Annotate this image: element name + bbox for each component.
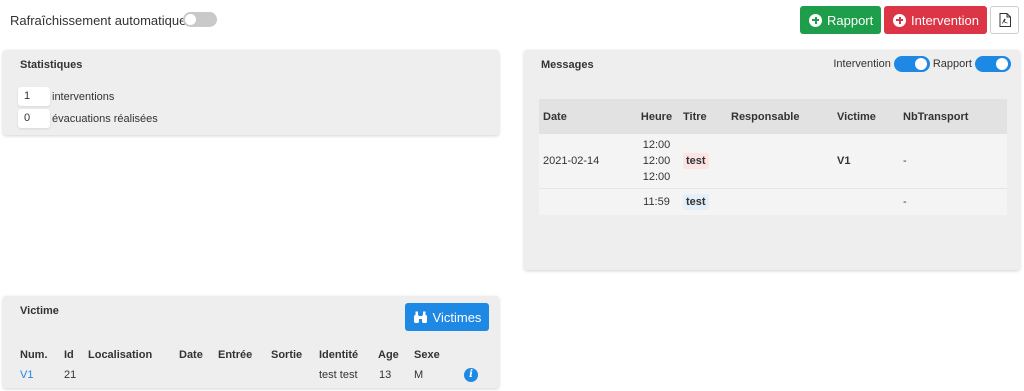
add-rapport-button[interactable]: Rapport: [800, 6, 881, 34]
col-id: Id: [64, 349, 74, 361]
messages-panel: Messages Intervention Rapport Date Heure…: [524, 50, 1020, 270]
filter-intervention-toggle[interactable]: [893, 56, 930, 72]
col-date: Date: [543, 110, 567, 123]
info-icon[interactable]: i: [464, 368, 478, 382]
victim-age: 13: [379, 369, 392, 381]
message-heure: 11:59: [630, 194, 683, 210]
plus-circle-icon: [893, 13, 906, 27]
add-intervention-button[interactable]: Intervention: [884, 6, 987, 34]
evacuations-label: évacuations réalisées: [52, 113, 158, 125]
heure-line: 12:00: [642, 139, 671, 151]
heure-line: 12:00: [642, 171, 671, 183]
message-victime: V1: [837, 155, 851, 167]
message-titre: test: [683, 153, 731, 169]
col-victime: Victime: [837, 110, 876, 123]
victim-num-link[interactable]: V1: [20, 369, 33, 381]
message-filters: Intervention Rapport: [833, 56, 1011, 72]
message-date: 2021-02-14: [543, 155, 600, 167]
statistics-title: Statistiques: [20, 59, 83, 71]
victims-panel: Victime Victimes Num. Id Localisation Da…: [3, 296, 499, 388]
col-heure: Heure: [640, 110, 673, 123]
col-num: Num.: [20, 349, 48, 361]
message-titre: test: [683, 194, 731, 210]
victim-id: 21: [64, 369, 77, 381]
toggle-knob: [996, 58, 1008, 70]
message-row[interactable]: 2021-02-14 12:00 12:00 12:00 test V1 -: [539, 134, 1007, 189]
message-heure: 12:00 12:00 12:00: [630, 137, 683, 185]
message-nbtransport: -: [903, 155, 907, 167]
heure-line: 11:59: [643, 196, 670, 208]
toggle-knob: [914, 58, 927, 70]
col-responsable: Responsable: [731, 110, 800, 123]
binoculars-icon: [413, 311, 427, 323]
auto-refresh-toggle[interactable]: [183, 12, 217, 27]
col-age: Age: [378, 349, 399, 361]
victim-identite: test test: [319, 369, 358, 381]
col-identite: Identité: [319, 349, 359, 361]
filter-rapport-toggle[interactable]: [975, 56, 1011, 72]
pdf-file-icon: [999, 13, 1011, 27]
heure-line: 12:00: [642, 155, 671, 167]
rapport-title-tag[interactable]: test: [683, 194, 709, 210]
filter-rapport-label: Rapport: [932, 58, 972, 70]
messages-table: Date Heure Titre Responsable Victime NbT…: [539, 99, 1007, 215]
interventions-label: interventions: [52, 91, 115, 103]
col-nbtransport: NbTransport: [903, 110, 969, 123]
interventions-count: 1: [18, 87, 50, 106]
victim-sexe: M: [414, 369, 424, 381]
col-sortie: Sortie: [271, 349, 303, 361]
col-entree: Entrée: [218, 349, 253, 361]
messages-title: Messages: [541, 59, 594, 71]
filter-intervention-label: Intervention: [833, 58, 891, 70]
evacuations-count: 0: [18, 109, 50, 128]
toggle-knob: [185, 14, 196, 25]
victims-button-label: Victimes: [432, 309, 482, 325]
col-date: Date: [179, 349, 203, 361]
message-row[interactable]: 11:59 test -: [539, 189, 1007, 215]
victims-button[interactable]: Victimes: [405, 303, 489, 331]
message-nbtransport: -: [903, 196, 907, 208]
messages-table-header: Date Heure Titre Responsable Victime NbT…: [539, 99, 1007, 134]
victims-title: Victime: [20, 305, 59, 317]
col-titre: Titre: [683, 110, 707, 123]
add-rapport-label: Rapport: [827, 12, 874, 28]
export-pdf-button[interactable]: [990, 6, 1019, 34]
intervention-title-tag[interactable]: test: [683, 153, 709, 169]
add-intervention-label: Intervention: [911, 12, 979, 28]
col-localisation: Localisation: [88, 349, 153, 361]
statistics-panel: Statistiques 1 interventions 0 évacuatio…: [3, 50, 499, 135]
plus-circle-icon: [809, 13, 822, 27]
auto-refresh-label: Rafraîchissement automatique: [10, 13, 187, 28]
col-sexe: Sexe: [414, 349, 440, 361]
